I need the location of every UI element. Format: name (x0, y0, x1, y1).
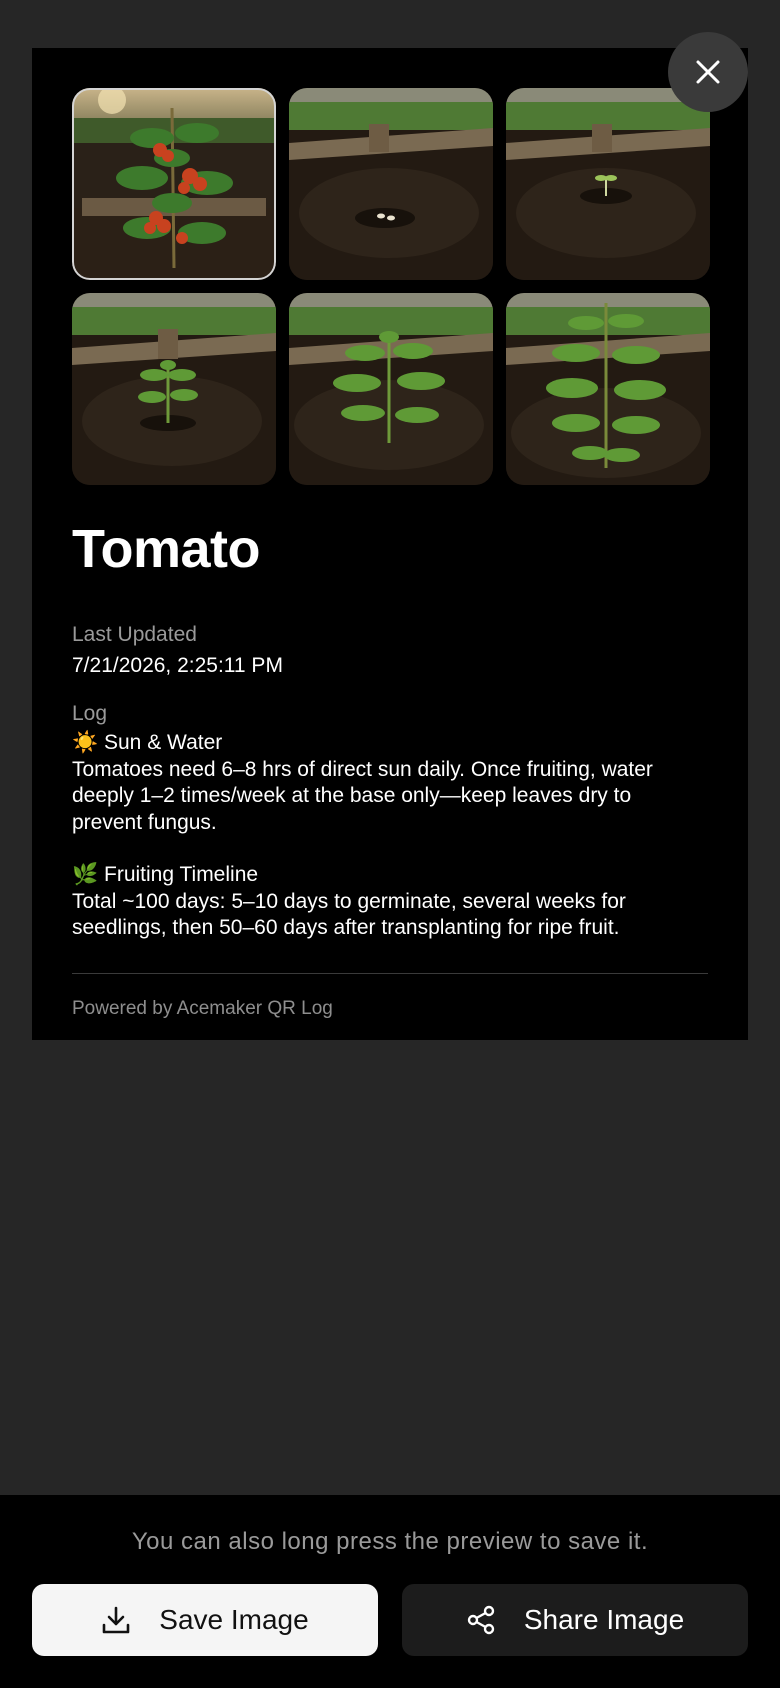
sun-icon: ☀️ (72, 731, 99, 754)
log-section-heading: Fruiting Timeline (104, 863, 259, 886)
gallery-photo-1[interactable] (72, 88, 276, 280)
share-icon (467, 1605, 495, 1635)
herb-icon: 🌿 (72, 863, 99, 886)
plant-title: Tomato (72, 519, 260, 579)
log-section-body: Total ~100 days: 5–10 days to germinate,… (72, 889, 626, 940)
log-section-body: Tomatoes need 6–8 hrs of direct sun dail… (72, 757, 653, 834)
save-image-button[interactable]: Save Image (32, 1584, 378, 1656)
gallery-photo-6[interactable] (506, 293, 710, 485)
log-label: Log (72, 702, 108, 725)
gallery-photo-3[interactable] (506, 88, 710, 280)
close-icon (696, 60, 720, 84)
save-image-label: Save Image (159, 1604, 309, 1635)
seedling-photo (72, 293, 276, 485)
log-section-heading: Sun & Water (104, 731, 223, 754)
young-plant-photo (289, 293, 493, 485)
log-section-fruiting-timeline: 🌿 Fruiting Timeline Total ~100 days: 5–1… (72, 862, 692, 942)
share-image-label: Share Image (523, 1604, 685, 1635)
sprout-photo (506, 88, 710, 280)
long-press-hint: You can also long press the preview to s… (131, 1528, 649, 1555)
gallery-photo-4[interactable] (72, 293, 276, 485)
download-icon (102, 1606, 130, 1634)
mature-plant-photo (506, 293, 710, 485)
share-image-button[interactable]: Share Image (402, 1584, 748, 1656)
preview-card[interactable]: Tomato Last Updated 7/21/2026, 2:25:11 P… (32, 48, 748, 1040)
gallery-photo-2[interactable] (289, 88, 493, 280)
divider (72, 973, 708, 974)
seeds-in-soil-photo (289, 88, 493, 280)
last-updated-label: Last Updated (72, 623, 197, 646)
last-updated-value: 7/21/2026, 2:25:11 PM (72, 654, 283, 677)
tomato-plant-photo (72, 88, 276, 280)
photo-gallery (72, 88, 710, 485)
log-content: ☀️ Sun & Water Tomatoes need 6–8 hrs of … (72, 730, 692, 968)
powered-by: Powered by Acemaker QR Log (72, 998, 333, 1019)
close-button[interactable] (668, 32, 748, 112)
log-section-sun-water: ☀️ Sun & Water Tomatoes need 6–8 hrs of … (72, 730, 692, 836)
gallery-photo-5[interactable] (289, 293, 493, 485)
